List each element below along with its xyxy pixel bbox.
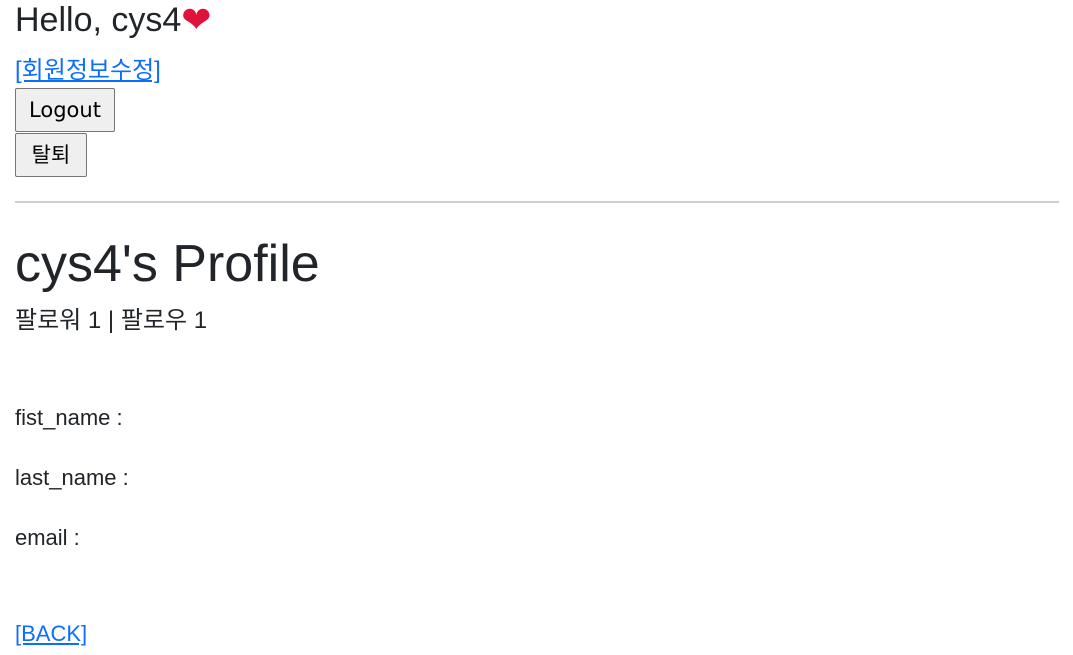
- page-title: cys4's Profile: [15, 235, 320, 293]
- greeting-text: Hello, cys4: [15, 1, 182, 39]
- heart-icon: ❤: [181, 0, 212, 40]
- back-link[interactable]: [BACK]: [15, 620, 87, 648]
- divider: [15, 201, 1059, 203]
- greeting-heading: Hello, cys4❤: [15, 0, 211, 40]
- edit-profile-link[interactable]: [회원정보수정]: [15, 56, 161, 86]
- follow-summary: 팔로워 1 | 팔로우 1: [15, 307, 208, 334]
- logout-button[interactable]: Logout: [15, 88, 115, 132]
- page: Hello, cys4❤ [회원정보수정] Logout 탈퇴 cys4's P…: [0, 0, 1073, 655]
- withdraw-button[interactable]: 탈퇴: [15, 133, 87, 177]
- email-field: email :: [15, 525, 80, 550]
- first-name-field: fist_name :: [15, 405, 123, 430]
- last-name-field: last_name :: [15, 465, 129, 490]
